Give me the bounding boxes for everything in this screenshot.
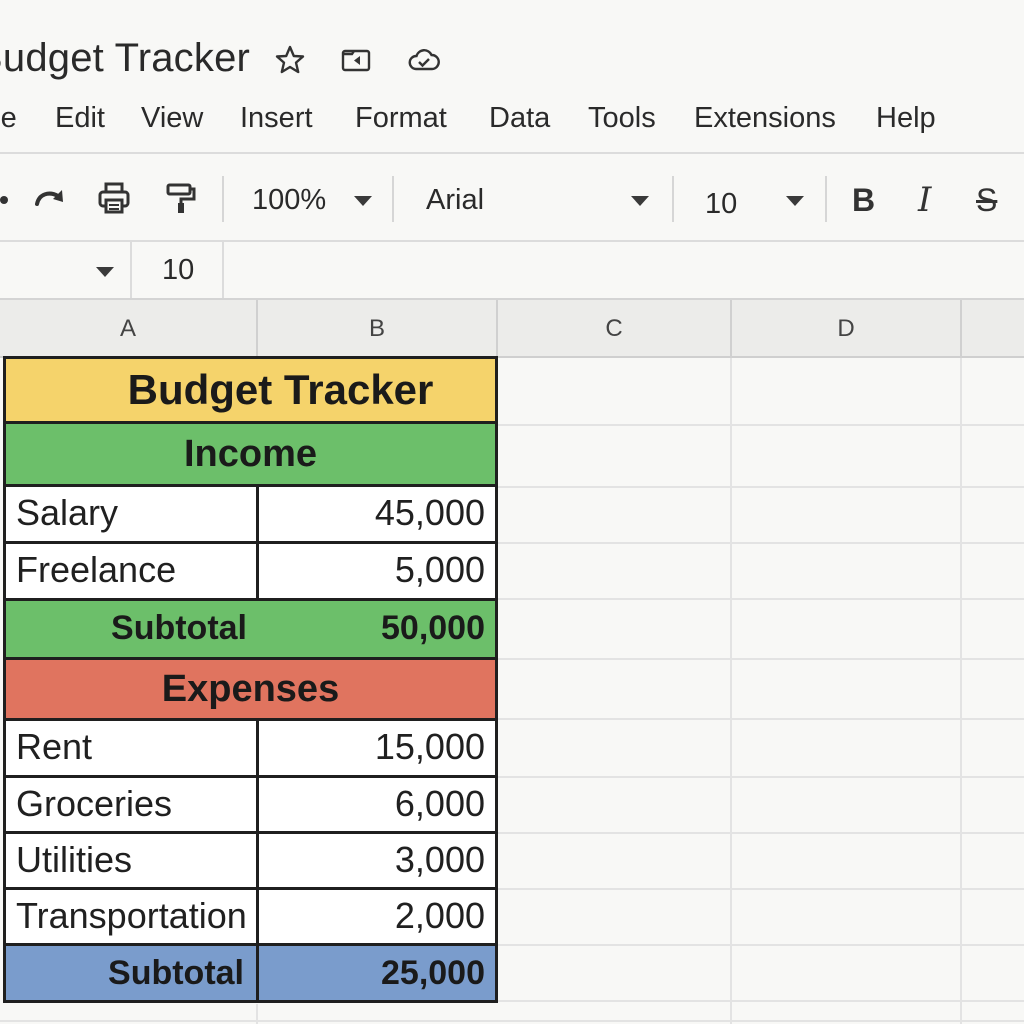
bold-button[interactable]: B — [852, 180, 875, 220]
column-header-d[interactable]: D — [732, 300, 962, 358]
gridline — [0, 1020, 1024, 1022]
menu-data[interactable]: Data — [489, 96, 550, 140]
transportation-value-cell[interactable]: 2,000 — [256, 887, 498, 946]
column-header-b[interactable]: B — [258, 300, 498, 358]
expenses-subtotal-label-cell[interactable]: Subtotal — [3, 943, 259, 1003]
toolbar-separator — [672, 176, 674, 222]
formula-separator — [130, 242, 132, 298]
budget-title: Budget Tracker — [127, 366, 434, 413]
strikethrough-button[interactable]: S — [976, 180, 997, 220]
expenses-header-cell[interactable]: Expenses — [3, 657, 498, 721]
title-bar: Budget Tracker — [0, 0, 1024, 90]
salary-value-cell[interactable]: 45,000 — [256, 484, 498, 544]
utilities-value-cell[interactable]: 3,000 — [256, 831, 498, 890]
move-to-folder-icon[interactable] — [338, 42, 374, 78]
menu-divider — [0, 152, 1024, 154]
income-header-cell[interactable]: Income — [3, 421, 498, 487]
formula-bar: 10 — [0, 242, 1024, 298]
menu-help[interactable]: Help — [876, 96, 936, 140]
toolbar-separator — [222, 176, 224, 222]
expenses-header: Expenses — [161, 667, 340, 710]
font-size-dropdown-caret-icon[interactable] — [786, 196, 804, 206]
gridline — [730, 358, 732, 1024]
gridline — [498, 888, 1024, 890]
font-family-dropdown-caret-icon[interactable] — [631, 196, 649, 206]
redo-icon[interactable] — [30, 178, 70, 218]
italic-button[interactable]: I — [918, 180, 931, 220]
paint-format-icon[interactable] — [160, 178, 200, 218]
toolbar: 100% Arial 10 B I S — [0, 162, 1024, 238]
menu-insert[interactable]: Insert — [240, 96, 313, 140]
gridline — [498, 718, 1024, 720]
font-size-select[interactable]: 10 — [705, 184, 737, 224]
freelance-value-cell[interactable]: 5,000 — [256, 541, 498, 601]
salary-label-cell[interactable]: Salary — [3, 484, 259, 544]
gridline — [498, 944, 1024, 946]
income-subtotal-value-cell[interactable]: 50,000 — [256, 598, 498, 660]
gridline — [498, 424, 1024, 426]
gridline — [498, 1000, 1024, 1002]
gridline — [498, 832, 1024, 834]
spreadsheet-grid: A B C D Budget Tracker Income Salary 45,… — [0, 298, 1024, 1024]
star-icon[interactable] — [272, 42, 308, 78]
gridline — [498, 658, 1024, 660]
zoom-select[interactable]: 100% — [252, 180, 326, 220]
gridline — [498, 776, 1024, 778]
toolbar-separator — [825, 176, 827, 222]
gridline — [960, 358, 962, 1024]
column-header-a[interactable]: A — [0, 300, 258, 358]
cloud-saved-icon[interactable] — [406, 42, 442, 78]
freelance-label-cell[interactable]: Freelance — [3, 541, 259, 601]
groceries-value-cell[interactable]: 6,000 — [256, 775, 498, 834]
zoom-dropdown-caret-icon[interactable] — [354, 196, 372, 206]
menu-tools[interactable]: Tools — [588, 96, 656, 140]
toolbar-separator — [392, 176, 394, 222]
rent-label-cell[interactable]: Rent — [3, 718, 259, 778]
menu-bar: File Edit View Insert Format Data Tools … — [0, 92, 1024, 148]
gridline — [498, 598, 1024, 600]
column-header-c[interactable]: C — [498, 300, 732, 358]
gridline — [498, 542, 1024, 544]
column-header-row: A B C D — [0, 298, 1024, 358]
utilities-label-cell[interactable]: Utilities — [3, 831, 259, 890]
document-title[interactable]: Budget Tracker — [0, 34, 250, 82]
menu-format[interactable]: Format — [355, 96, 447, 140]
budget-title-cell[interactable]: Budget Tracker — [3, 356, 498, 424]
font-family-select[interactable]: Arial — [426, 180, 484, 220]
print-icon[interactable] — [94, 178, 134, 218]
undo-icon[interactable] — [0, 178, 20, 218]
menu-file[interactable]: File — [0, 96, 17, 140]
income-header: Income — [183, 432, 318, 475]
expenses-subtotal-value-cell[interactable]: 25,000 — [256, 943, 498, 1003]
formula-separator — [222, 242, 224, 298]
groceries-label-cell[interactable]: Groceries — [3, 775, 259, 834]
name-box-caret-icon[interactable] — [96, 267, 114, 277]
rent-value-cell[interactable]: 15,000 — [256, 718, 498, 778]
transportation-label-cell[interactable]: Transportation — [3, 887, 259, 946]
gridline — [498, 486, 1024, 488]
menu-view[interactable]: View — [141, 96, 203, 140]
formula-input[interactable]: 10 — [162, 250, 194, 290]
menu-extensions[interactable]: Extensions — [694, 96, 836, 140]
menu-edit[interactable]: Edit — [55, 96, 105, 140]
income-subtotal-label-cell[interactable]: Subtotal — [3, 598, 259, 660]
